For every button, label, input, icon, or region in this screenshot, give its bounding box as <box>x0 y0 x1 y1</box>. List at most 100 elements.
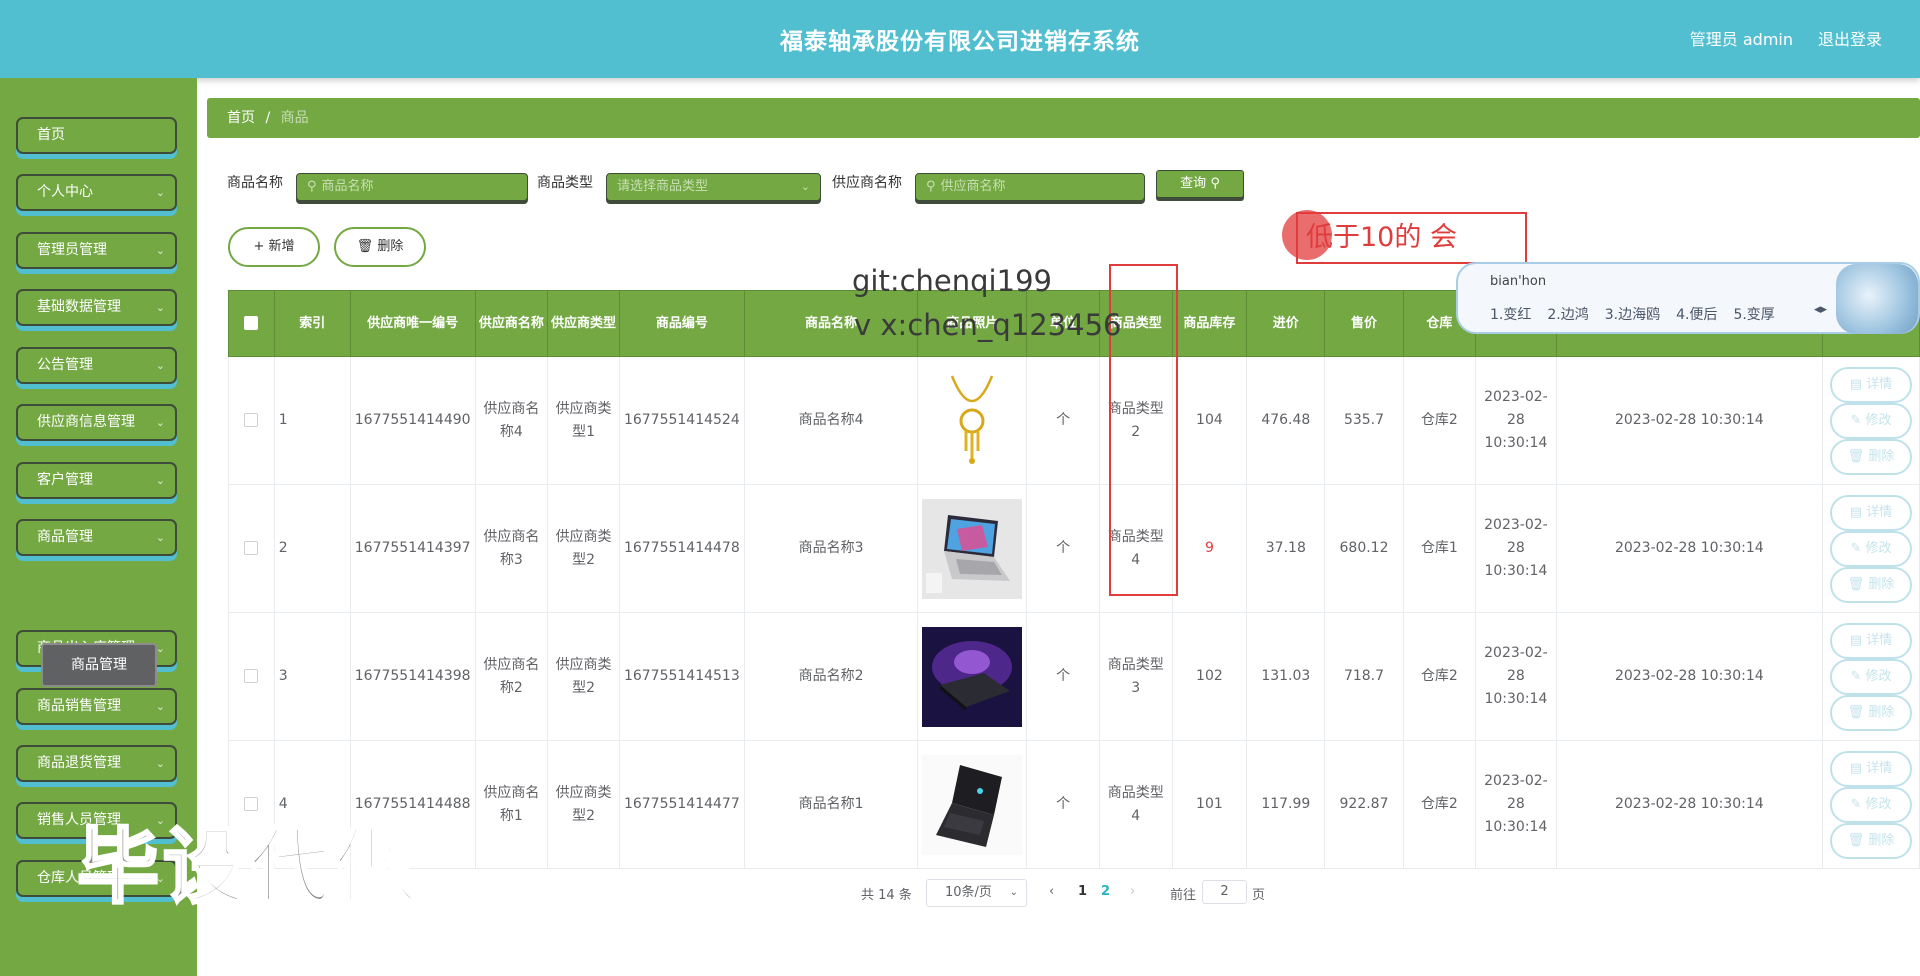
cell-unit: 个 <box>1026 356 1100 485</box>
ime-candidate[interactable]: 5.变厚 <box>1733 307 1774 323</box>
page-size-select[interactable]: 10条/页 ⌄ <box>926 879 1027 907</box>
cell-index: 3 <box>273 612 351 741</box>
cell-sell: 718.7 <box>1324 612 1404 741</box>
row-checkbox[interactable] <box>244 413 259 427</box>
cell-unit: 个 <box>1026 612 1100 741</box>
select-all-checkbox[interactable] <box>244 316 259 330</box>
cell-supplier-type: 供应商类型2 <box>547 740 620 869</box>
ime-candidate[interactable]: 2.边鸿 <box>1547 307 1588 323</box>
sidebar-item-10[interactable]: 商品销售管理 ⌄ <box>16 688 177 725</box>
edit-button[interactable]: ✎ 修改 <box>1830 786 1912 823</box>
edit-button[interactable]: ✎ 修改 <box>1830 530 1912 567</box>
watermark-large: 毕设代做 <box>75 819 422 917</box>
query-button[interactable]: 查询 ⚲ <box>1156 170 1244 198</box>
cell-goods-no: 1677551414513 <box>618 612 745 741</box>
sidebar-item-1[interactable]: 首页 <box>16 117 177 154</box>
cell-goods-type: 商品类型4 <box>1098 740 1173 869</box>
ime-candidate[interactable]: 3.边海鸥 <box>1605 307 1660 323</box>
chevron-down-icon: ⌄ <box>155 186 165 199</box>
cell-index: 1 <box>273 356 351 485</box>
goods-type-select[interactable]: 请选择商品类型 ⌄ <box>606 173 821 201</box>
supplier-name-input[interactable]: ⚲ 供应商名称 <box>915 173 1145 201</box>
sidebar-item-7[interactable]: 客户管理 ⌄ <box>16 462 177 499</box>
cell-stock: 102 <box>1171 612 1248 741</box>
cell-supplier-type: 供应商类型2 <box>547 484 620 613</box>
sidebar-item-6[interactable]: 供应商信息管理 ⌄ <box>16 404 177 441</box>
ime-pinyin: bian'hon <box>1490 274 1547 289</box>
search-icon: ⚲ <box>926 179 936 194</box>
goods-table: 索引 供应商唯一编号 供应商名称 供应商类型 商品编号 商品名称 商品照片 单位 商品类型 商品库… <box>228 290 1920 869</box>
chevron-down-icon: ⌄ <box>800 180 810 193</box>
cell-date2: 2023-02-28 10:30:14 <box>1555 612 1824 741</box>
sidebar-item-2[interactable]: 个人中心 ⌄ <box>16 174 177 211</box>
cell-date1: 2023-02-28 10:30:14 <box>1475 356 1557 485</box>
necklace-image <box>951 375 994 464</box>
ime-candidate[interactable]: 4.便后 <box>1676 307 1717 323</box>
sidebar-item-label: 商品管理 <box>37 529 93 545</box>
cell-supplier-no: 1677551414398 <box>349 612 476 741</box>
document-icon: ▤ <box>1849 632 1863 648</box>
breadcrumb-current: 商品 <box>280 110 309 126</box>
cell-supplier-name: 供应商名称3 <box>474 484 549 613</box>
sidebar-item-11[interactable]: 商品退货管理 ⌄ <box>16 745 177 782</box>
annotation-note: 低于10的 会 <box>1296 212 1527 264</box>
sidebar-subitem-goods-management[interactable]: 商品管理 <box>41 643 157 687</box>
ime-candidate[interactable]: 1.变红 <box>1490 307 1531 323</box>
cell-goods-name: 商品名称2 <box>743 612 919 741</box>
add-button[interactable]: + 新增 <box>228 227 320 267</box>
edit-button[interactable]: ✎ 修改 <box>1830 402 1912 439</box>
delete-button[interactable]: 🗑 删除 <box>1830 822 1912 859</box>
delete-button[interactable]: 🗑 删除 <box>1830 694 1912 731</box>
chevron-down-icon: ⌄ <box>155 757 165 770</box>
cell-sell: 680.12 <box>1324 484 1404 613</box>
edit-button[interactable]: ✎ 修改 <box>1830 658 1912 695</box>
ime-nav-icon[interactable]: ◂▸ <box>1814 302 1827 317</box>
laptop-image <box>922 754 1023 855</box>
column-header: 供应商类型 <box>547 290 620 357</box>
app-title: 福泰轴承股份有限公司进销存系统 <box>780 29 1140 55</box>
cell-buy: 131.03 <box>1246 612 1326 741</box>
sidebar-item-label: 供应商信息管理 <box>37 414 135 430</box>
delete-button[interactable]: 🗑 删除 <box>1830 438 1912 475</box>
chevron-down-icon: ⌄ <box>155 359 165 372</box>
next-page-icon[interactable]: › <box>1130 884 1135 899</box>
batch-delete-button[interactable]: 🗑 删除 <box>334 227 426 267</box>
document-icon: ▤ <box>1849 504 1863 520</box>
page-suffix: 页 <box>1252 888 1266 903</box>
page-number-2[interactable]: 2 <box>1101 884 1110 899</box>
sidebar-item-label: 商品销售管理 <box>37 698 121 714</box>
sidebar-item-5[interactable]: 公告管理 ⌄ <box>16 347 177 384</box>
select-all-header[interactable] <box>228 290 275 357</box>
row-checkbox[interactable] <box>244 669 259 683</box>
logout-link[interactable]: 退出登录 <box>1818 26 1882 50</box>
cell-date2: 2023-02-28 10:30:14 <box>1555 356 1824 485</box>
cell-date2: 2023-02-28 10:30:14 <box>1555 740 1824 869</box>
sidebar-item-4[interactable]: 基础数据管理 ⌄ <box>16 289 177 326</box>
laptop-image <box>922 626 1023 727</box>
page-number-1[interactable]: 1 <box>1078 884 1087 899</box>
table-row: 1 1677551414490 供应商名称4 供应商类型1 1677551414524 商… <box>228 356 1920 485</box>
cell-photo <box>917 356 1028 485</box>
delete-button[interactable]: 🗑 删除 <box>1830 566 1912 603</box>
column-header: 商品库存 <box>1171 290 1248 357</box>
row-select-cell <box>228 484 275 613</box>
column-header: 售价 <box>1324 290 1404 357</box>
current-user: 管理员 admin <box>1689 30 1793 49</box>
goto-page-input[interactable]: 2 <box>1202 880 1247 904</box>
prev-page-icon[interactable]: ‹ <box>1049 884 1054 899</box>
cell-stock: 104 <box>1171 356 1248 485</box>
search-icon: ⚲ <box>307 179 317 194</box>
sidebar-item-3[interactable]: 管理员管理 ⌄ <box>16 232 177 269</box>
cell-actions: ▤ 详情✎ 修改🗑 删除 <box>1822 484 1920 613</box>
row-checkbox[interactable] <box>244 541 259 555</box>
detail-button[interactable]: ▤ 详情 <box>1830 622 1912 659</box>
trash-icon: 🗑 <box>1847 576 1865 592</box>
detail-button[interactable]: ▤ 详情 <box>1830 494 1912 531</box>
cell-supplier-type: 供应商类型2 <box>547 612 620 741</box>
goods-name-input[interactable]: ⚲ 商品名称 <box>296 173 528 201</box>
detail-button[interactable]: ▤ 详情 <box>1830 750 1912 787</box>
sidebar-item-8[interactable]: 商品管理 ⌄ <box>16 519 177 556</box>
detail-button[interactable]: ▤ 详情 <box>1830 366 1912 403</box>
pencil-icon: ✎ <box>1850 540 1862 556</box>
breadcrumb-home[interactable]: 首页 <box>227 110 255 126</box>
